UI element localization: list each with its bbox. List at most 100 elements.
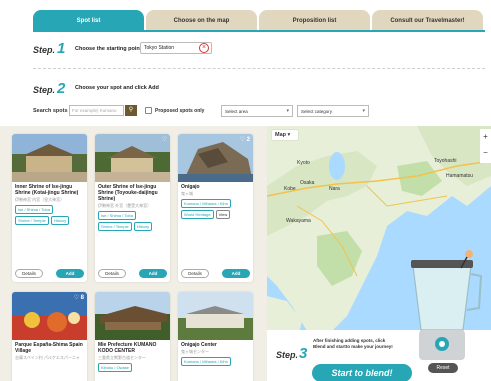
tab-choose-map[interactable]: Choose on the map [146, 10, 257, 31]
spot-card: Onigajo Center 鬼ヶ城センター Kumano / Mihama /… [178, 292, 253, 381]
step2-number: 2 [57, 80, 66, 97]
area-select-value: Select area [225, 109, 248, 114]
spot-title: Inner Shrine of Ise-jingu Shrine (Kotai-… [15, 184, 79, 196]
step3-label: Step.3 [276, 345, 307, 363]
tag[interactable]: World Heritage [181, 210, 214, 219]
tab-spot-list[interactable]: Spot list [33, 10, 144, 31]
tag[interactable]: View [215, 210, 231, 219]
search-label: Search spots [33, 108, 68, 114]
spot-photo: ♡ 8 [12, 292, 87, 340]
page: Spot list Choose on the map Proposition … [0, 0, 491, 381]
map-label: Kobe [284, 186, 296, 192]
clear-icon[interactable]: × [199, 43, 209, 53]
card-actions: Details Add [98, 269, 167, 278]
proposed-checkbox[interactable] [145, 107, 152, 114]
map-label: Kyoto [297, 160, 310, 166]
spot-card: ♡ Outer Shrine of Ise-jingu Shrine (Toyo… [95, 134, 170, 282]
spot-card: Mie Prefecture KUMANO KODO CENTER 三重県立熊野… [95, 292, 170, 381]
tag[interactable]: History [133, 222, 153, 231]
spot-photo [12, 134, 87, 182]
spot-title: Onigajo [181, 184, 200, 190]
divider [33, 68, 485, 69]
map-label: Osaka [300, 180, 315, 186]
category-select-value: Select category [301, 109, 333, 114]
map-label: Hamamatsu [446, 173, 473, 179]
tag[interactable]: History [50, 216, 70, 225]
tab-proposition-list[interactable]: Proposition list [259, 10, 370, 31]
step3-number: 3 [299, 345, 308, 362]
tag-row: Ise / Shima / Toba Shrine / Temple Histo… [95, 210, 170, 232]
tag[interactable]: Ise / Shima / Toba [15, 205, 53, 214]
heart-icon[interactable]: ♡ 8 [74, 294, 84, 301]
spot-jp-name: 鬼ヶ城 [181, 191, 193, 196]
map-label: Toyohashi [434, 158, 457, 164]
tag-row: Kumano / Mihama / Kiho World Heritage Vi… [178, 198, 253, 220]
step3-text: After finishing adding spots, click Blen… [313, 338, 393, 349]
spot-jp-name: 鬼ヶ城センター [181, 349, 209, 354]
add-button[interactable]: Add [222, 269, 250, 278]
step1-number: 1 [57, 40, 66, 57]
spot-jp-name: 志摩スペイン村 パルケエスパーニャ [15, 355, 80, 360]
center-photo [178, 292, 253, 340]
map-type-button[interactable]: Map ▾ [272, 130, 298, 140]
start-blend-button[interactable]: Start to blend! [312, 364, 412, 381]
search-input[interactable]: For example) Kumano [69, 105, 124, 116]
spot-title: Outer Shrine of Ise-jingu Shrine (Toyouk… [98, 184, 158, 202]
step2-word: Step. [33, 85, 56, 95]
add-button[interactable]: Add [139, 269, 167, 278]
card-actions: Details Add [15, 269, 84, 278]
tag[interactable]: Shrine / Temple [98, 222, 132, 231]
tab-travelmaster[interactable]: Consult our Travelmaster! [372, 10, 483, 31]
tag[interactable]: Ise / Shima / Toba [98, 211, 136, 220]
step1-text: Choose the starting point [75, 46, 142, 52]
card-actions: Details Add [181, 269, 250, 278]
proposed-label: Proposed spots only [155, 108, 205, 114]
step3-word: Step. [276, 350, 299, 360]
step2-text: Choose your spot and click Add [75, 85, 159, 91]
tag-row: Kumano / Mihama / Kiho [178, 356, 253, 367]
details-button[interactable]: Details [181, 269, 209, 278]
heart-icon[interactable]: ♡ 2 [240, 136, 250, 143]
tag[interactable]: Shrine / Temple [15, 216, 49, 225]
spot-card: ♡ 2 Onigajo 鬼ヶ城 Kumano / Mihama / Kiho W… [178, 134, 253, 282]
map-label: Wakayama [286, 218, 311, 224]
spot-card-list: Inner Shrine of Ise-jingu Shrine (Kotai-… [0, 126, 267, 381]
step1-word: Step. [33, 45, 56, 55]
search-icon[interactable]: ⚲ [125, 105, 137, 116]
tag[interactable]: Kumano / Mihama / Kiho [181, 199, 231, 208]
step2-label: Step. 2 [33, 80, 65, 98]
spot-jp-name: 伊勢神宮 内宮（皇大神宮） [15, 197, 65, 202]
spot-photo: ♡ 2 [178, 134, 253, 182]
building-photo [95, 292, 170, 340]
zoom-in-icon[interactable]: + [480, 129, 491, 145]
category-select[interactable]: Select category ▾ [297, 105, 369, 117]
tag-row: Kihoku / Owase [95, 362, 170, 373]
chevron-down-icon: ▾ [286, 108, 289, 114]
tab-underline [33, 30, 485, 32]
shrine-photo [12, 134, 87, 182]
chevron-down-icon: ▾ [362, 108, 365, 114]
like-count: 8 [80, 295, 84, 301]
spot-title: Onigajo Center [181, 342, 217, 348]
spot-title: Mie Prefecture KUMANO KODO CENTER [98, 342, 157, 354]
tag[interactable]: Kihoku / Owase [98, 363, 133, 372]
tag[interactable]: Kumano / Mihama / Kiho [181, 357, 231, 366]
details-button[interactable]: Details [98, 269, 126, 278]
reset-button[interactable]: Reset [428, 363, 458, 373]
map-type-label: Map [275, 132, 286, 138]
zoom-control[interactable]: + − [480, 129, 491, 163]
spot-photo: ♡ [95, 134, 170, 182]
spot-photo [95, 292, 170, 340]
zoom-out-icon[interactable]: − [480, 145, 491, 161]
map-label: Nara [329, 186, 340, 192]
details-button[interactable]: Details [15, 269, 43, 278]
spot-photo [178, 292, 253, 340]
spot-jp-name: 三重県立熊野古道センター [98, 355, 146, 360]
heart-icon[interactable]: ♡ [162, 136, 167, 143]
tag-row: Ise / Shima / Toba Shrine / Temple Histo… [12, 204, 87, 226]
spot-card: ♡ 8 Parque España-Shima Spain Village 志摩… [12, 292, 87, 381]
step1-label: Step. 1 [33, 40, 65, 58]
spot-jp-name: 伊勢神宮 外宮（豊受大神宮） [98, 203, 152, 208]
add-button[interactable]: Add [56, 269, 84, 278]
area-select[interactable]: Select area ▾ [221, 105, 293, 117]
